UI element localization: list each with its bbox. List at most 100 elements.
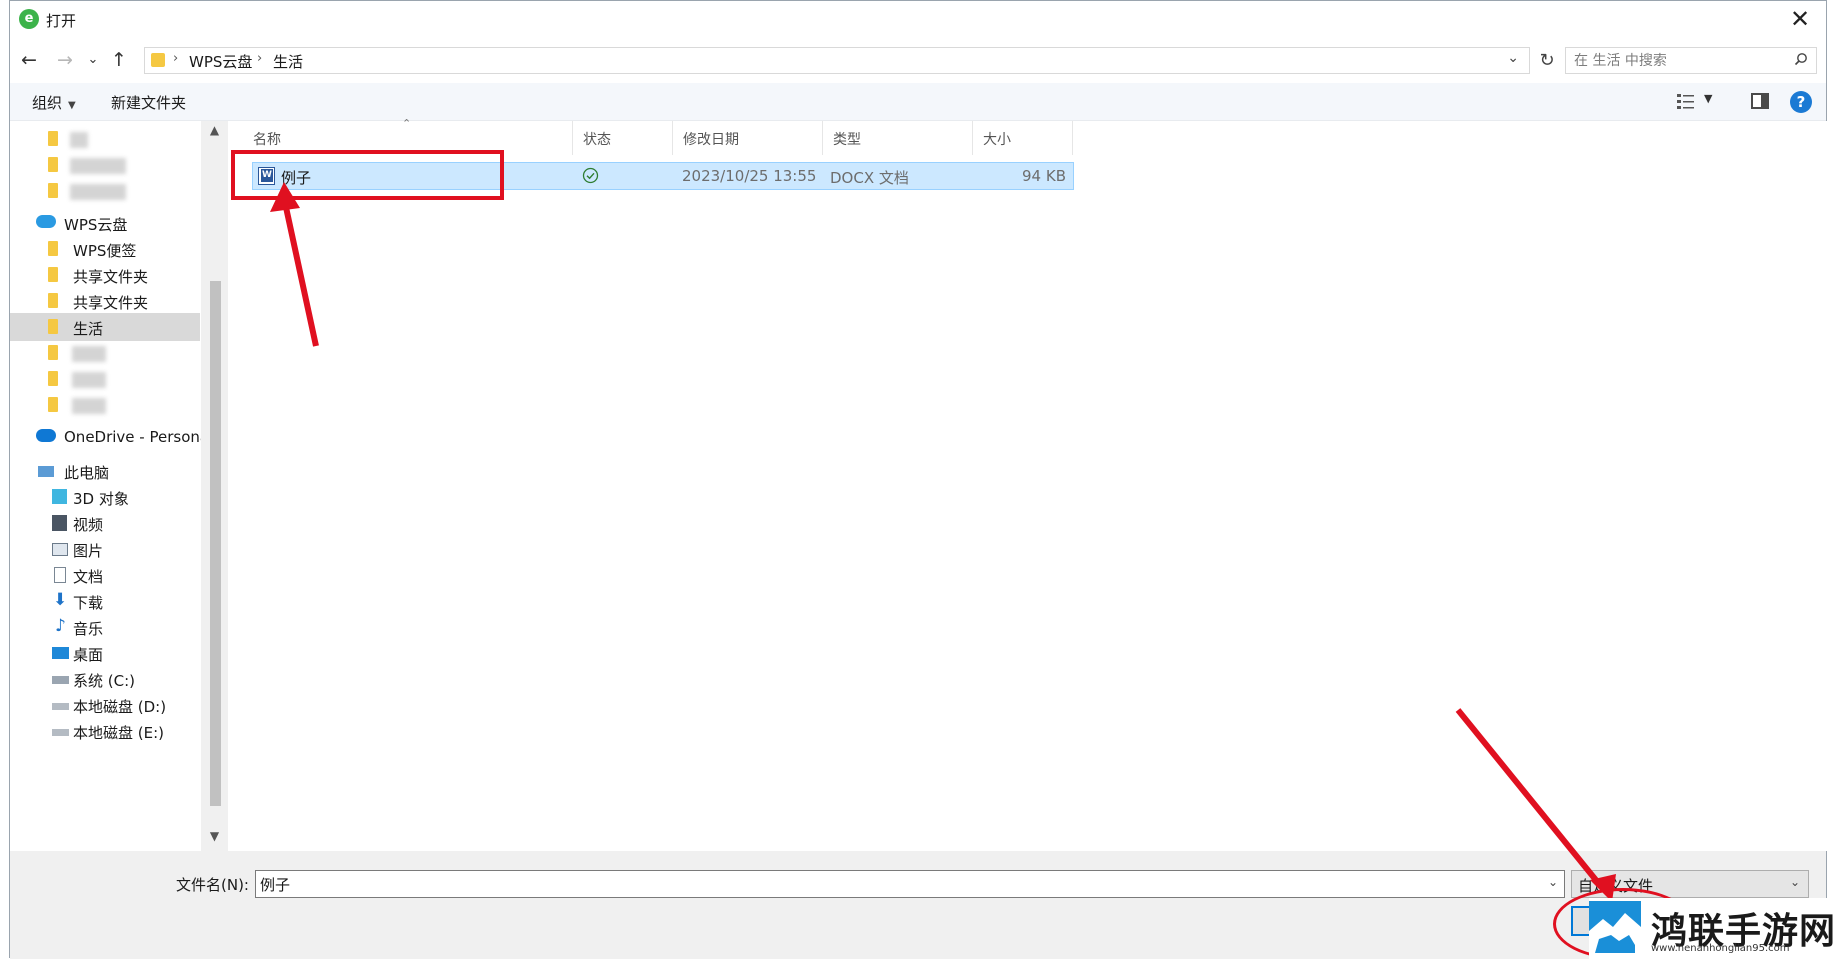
folder-icon bbox=[48, 345, 58, 360]
refresh-button[interactable]: ↻ bbox=[1534, 47, 1560, 74]
organize-menu[interactable]: 组织 ▼ bbox=[32, 92, 76, 113]
column-header-name[interactable]: 名称 bbox=[228, 121, 573, 155]
tree-item-music[interactable]: ♪ 音乐 bbox=[10, 613, 200, 641]
tree-item-label: WPS云盘 bbox=[64, 216, 128, 234]
address-bar[interactable]: › WPS云盘 › 生活 ⌄ bbox=[144, 47, 1530, 74]
file-type-filter-label: 自定义文件 bbox=[1578, 877, 1654, 895]
new-folder-button[interactable]: 新建文件夹 bbox=[111, 92, 186, 113]
filename-input[interactable] bbox=[260, 875, 1530, 894]
blurred-label bbox=[72, 398, 106, 414]
tree-item-pictures[interactable]: 图片 bbox=[10, 535, 200, 563]
tree-item-label: 本地磁盘 (E:) bbox=[73, 724, 165, 742]
tree-item-label: 生活 bbox=[73, 320, 104, 338]
tree-item-documents[interactable]: 文档 bbox=[10, 561, 200, 589]
drive-icon bbox=[52, 729, 69, 736]
folder-icon bbox=[48, 183, 58, 198]
view-options-dropdown[interactable]: ▼ bbox=[1704, 92, 1712, 105]
tree-item-drive-e[interactable]: 本地磁盘 (E:) bbox=[10, 717, 200, 745]
help-icon[interactable]: ? bbox=[1790, 91, 1812, 113]
organize-label: 组织 bbox=[32, 94, 63, 112]
navigation-pane-scrollbar[interactable]: ▲ ▼ bbox=[201, 121, 228, 851]
up-button[interactable]: ↑ bbox=[106, 47, 132, 73]
tree-item-label: 3D 对象 bbox=[73, 490, 129, 508]
scroll-up-icon[interactable]: ▲ bbox=[201, 123, 228, 143]
file-type-filter[interactable]: 自定义文件 ⌄ bbox=[1571, 870, 1809, 898]
onedrive-icon bbox=[36, 429, 56, 442]
tree-item-3d-objects[interactable]: 3D 对象 bbox=[10, 483, 200, 511]
folder-icon bbox=[48, 397, 58, 412]
scroll-down-icon[interactable]: ▼ bbox=[201, 829, 228, 849]
forward-button[interactable]: → bbox=[52, 47, 78, 73]
tree-item-onedrive[interactable]: OneDrive - Persona bbox=[10, 423, 209, 451]
breadcrumb-life[interactable]: 生活 bbox=[273, 51, 303, 72]
chevron-down-icon[interactable]: ⌄ bbox=[1548, 875, 1558, 889]
search-icon[interactable] bbox=[1794, 52, 1808, 66]
blurred-label bbox=[70, 158, 126, 174]
tree-item-drive-c[interactable]: 系统 (C:) bbox=[10, 665, 200, 693]
pictures-icon bbox=[52, 543, 68, 556]
breadcrumb-separator: › bbox=[257, 51, 263, 66]
system-drive-icon bbox=[52, 676, 69, 684]
recent-locations-button[interactable]: ⌄ bbox=[80, 47, 106, 73]
tree-item-blurred-folder[interactable] bbox=[10, 177, 200, 205]
tree-item-this-pc[interactable]: 此电脑 bbox=[10, 457, 200, 485]
tree-item-label: WPS便签 bbox=[73, 242, 137, 260]
desktop-icon bbox=[52, 647, 69, 659]
3d-objects-icon bbox=[52, 489, 67, 504]
search-box[interactable] bbox=[1565, 47, 1817, 74]
column-header-type[interactable]: 类型 bbox=[823, 121, 973, 155]
tree-item-blurred-folder[interactable] bbox=[10, 151, 200, 179]
breadcrumb-wps-cloud[interactable]: WPS云盘 bbox=[189, 51, 252, 72]
tree-item-downloads[interactable]: ⬇ 下载 bbox=[10, 587, 200, 615]
tree-item-blurred-folder[interactable] bbox=[10, 339, 200, 367]
address-history-dropdown[interactable]: ⌄ bbox=[1507, 50, 1519, 66]
watermark-logo-icon bbox=[1589, 901, 1641, 953]
tree-item-life[interactable]: 生活 bbox=[10, 313, 200, 341]
tree-item-shared-folder-1[interactable]: 共享文件夹 bbox=[10, 261, 200, 289]
breadcrumb-separator: › bbox=[173, 51, 179, 66]
tree-item-drive-d[interactable]: 本地磁盘 (D:) bbox=[10, 691, 200, 719]
music-icon: ♪ bbox=[55, 616, 66, 636]
column-header-status[interactable]: 状态 bbox=[573, 121, 673, 155]
shared-folder-icon bbox=[48, 267, 58, 282]
close-button[interactable]: ✕ bbox=[1782, 5, 1818, 35]
tree-item-blurred-folder[interactable] bbox=[10, 365, 200, 393]
folder-icon bbox=[48, 371, 58, 386]
file-list: ⌃ 名称 状态 修改日期 类型 大小 例子 2023/10/25 13:55 D… bbox=[228, 117, 1828, 851]
tree-item-videos[interactable]: 视频 bbox=[10, 509, 200, 537]
tree-item-blurred-folder[interactable] bbox=[10, 125, 200, 153]
tree-item-label: 视频 bbox=[73, 516, 104, 534]
word-document-icon bbox=[258, 167, 275, 185]
preview-pane-icon[interactable] bbox=[1751, 93, 1769, 109]
watermark-url: www.henanhonglian95.com bbox=[1651, 943, 1790, 954]
dialog-footer: 文件名(N): ⌄ 自定义文件 ⌄ bbox=[10, 851, 1826, 959]
file-modified-date: 2023/10/25 13:55 bbox=[682, 167, 817, 185]
search-input[interactable] bbox=[1574, 51, 1774, 70]
tree-item-wps-cloud[interactable]: WPS云盘 bbox=[10, 209, 200, 237]
tree-item-label: 共享文件夹 bbox=[73, 294, 149, 312]
navigation-row: ← → ⌄ ↑ › WPS云盘 › 生活 ⌄ ↻ bbox=[10, 45, 1826, 75]
column-header-modified[interactable]: 修改日期 bbox=[673, 121, 823, 155]
filename-label: 文件名(N): bbox=[176, 876, 249, 894]
view-options-icon[interactable] bbox=[1676, 93, 1696, 111]
sync-status-icon bbox=[582, 167, 599, 184]
tree-item-shared-folder-2[interactable]: 共享文件夹 bbox=[10, 287, 200, 315]
column-header-size[interactable]: 大小 bbox=[973, 121, 1073, 155]
tree-item-label: 图片 bbox=[73, 542, 104, 560]
blurred-label bbox=[70, 132, 88, 148]
tree-item-label: OneDrive - Persona bbox=[64, 428, 209, 446]
scrollbar-thumb[interactable] bbox=[210, 281, 221, 806]
video-icon bbox=[52, 515, 67, 531]
tree-item-blurred-folder[interactable] bbox=[10, 391, 200, 419]
folder-icon bbox=[48, 157, 58, 172]
caret-down-icon: ▼ bbox=[68, 100, 76, 111]
tree-item-desktop[interactable]: 桌面 bbox=[10, 639, 200, 667]
blurred-label bbox=[72, 372, 106, 388]
chevron-down-icon: ⌄ bbox=[1789, 875, 1800, 889]
folder-icon bbox=[48, 131, 58, 146]
back-button[interactable]: ← bbox=[16, 47, 42, 73]
file-row[interactable]: 例子 2023/10/25 13:55 DOCX 文档 94 KB bbox=[252, 162, 1074, 190]
tree-item-wps-notes[interactable]: WPS便签 bbox=[10, 235, 200, 263]
filename-combobox[interactable]: ⌄ bbox=[255, 870, 1565, 898]
downloads-icon: ⬇ bbox=[53, 590, 68, 610]
